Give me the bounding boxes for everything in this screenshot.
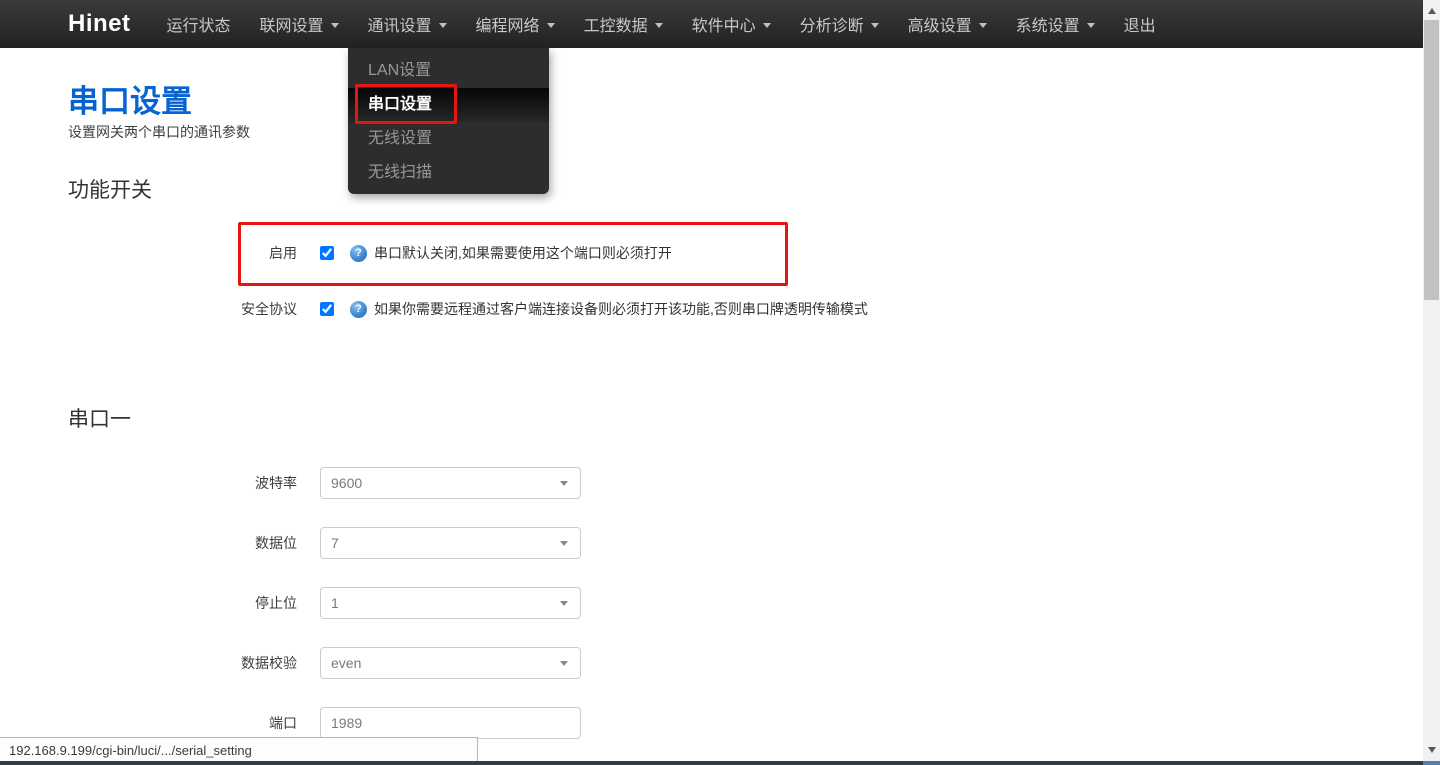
nav-item-label: 运行状态 (166, 18, 231, 35)
form-row-databits: 数据位 7 (68, 527, 581, 559)
brand-logo[interactable]: Hinet (68, 10, 131, 38)
nav-item-comm[interactable]: 通讯设置 (368, 12, 447, 36)
nav-item-industrial-data[interactable]: 工控数据 (584, 12, 663, 36)
section-heading-switches: 功能开关 (68, 179, 152, 202)
stopbits-select[interactable]: 1 (320, 587, 581, 619)
chevron-down-icon (870, 23, 879, 28)
nav-item-label: 工控数据 (583, 18, 648, 35)
form-row-secure-protocol: 安全协议 ? 如果你需要远程通过客户端连接设备则必须打开该功能,否则串口牌透明传… (68, 293, 868, 325)
nav-item-label: 高级设置 (907, 18, 972, 35)
field-label-databits: 数据位 (255, 535, 297, 551)
help-text-enable: 串口默认关闭,如果需要使用这个端口则必须打开 (374, 245, 672, 261)
nav-item-advanced[interactable]: 高级设置 (908, 12, 987, 36)
field-label-parity: 数据校验 (241, 655, 297, 671)
chevron-down-icon (654, 23, 663, 28)
dropdown-item-wireless[interactable]: 无线设置 (348, 122, 549, 156)
help-icon: ? (350, 244, 367, 262)
chevron-down-icon (1086, 23, 1095, 28)
page-title: 串口设置 (68, 84, 192, 119)
nav-item-label: 分析诊断 (799, 18, 864, 35)
section-heading-serial-one: 串口一 (68, 408, 131, 431)
baudrate-select[interactable]: 9600 (320, 467, 581, 499)
nav-item-programming[interactable]: 编程网络 (476, 12, 555, 36)
nav-item-label: 通讯设置 (367, 18, 432, 35)
nav-item-logout[interactable]: 退出 (1124, 12, 1156, 36)
baudrate-value: 9600 (331, 475, 363, 491)
dropdown-item-serial[interactable]: 串口设置 (348, 88, 549, 122)
nav-item-software-center[interactable]: 软件中心 (692, 12, 771, 36)
chevron-down-icon (762, 23, 771, 28)
form-row-stopbits: 停止位 1 (68, 587, 581, 619)
port-input[interactable] (320, 707, 581, 739)
comm-settings-dropdown: LAN设置 串口设置 无线设置 无线扫描 (348, 48, 549, 194)
field-label-baudrate: 波特率 (255, 475, 297, 491)
field-label-stopbits: 停止位 (255, 595, 297, 611)
nav-item-label: 软件中心 (691, 18, 756, 35)
form-row-enable: 启用 ? 串口默认关闭,如果需要使用这个端口则必须打开 (68, 237, 672, 269)
form-row-parity: 数据校验 even (68, 647, 581, 679)
scroll-down-button[interactable] (1423, 741, 1440, 758)
chevron-down-icon (330, 23, 339, 28)
help-text-secure-protocol: 如果你需要远程通过客户端连接设备则必须打开该功能,否则串口牌透明传输模式 (374, 301, 868, 317)
chevron-down-icon (546, 23, 555, 28)
select-arrow-icon (560, 541, 568, 546)
select-arrow-icon (560, 601, 568, 606)
window-bottom-corner (1423, 761, 1440, 765)
arrow-down-icon (1427, 746, 1436, 753)
help-icon: ? (350, 300, 367, 318)
vertical-scrollbar[interactable] (1423, 0, 1440, 765)
chevron-down-icon (978, 23, 987, 28)
navbar-menu: 运行状态 联网设置 通讯设置 编程网络 工控数据 软件中心 分析诊断 高级设置 … (167, 12, 1156, 36)
window-bottom-edge (0, 761, 1423, 765)
select-arrow-icon (560, 661, 568, 666)
nav-item-label: 联网设置 (259, 18, 324, 35)
nav-item-network[interactable]: 联网设置 (260, 12, 339, 36)
form-row-baudrate: 波特率 9600 (68, 467, 581, 499)
arrow-up-icon (1427, 7, 1436, 14)
scrollbar-thumb[interactable] (1424, 20, 1439, 300)
nav-item-label: 退出 (1123, 18, 1156, 35)
field-label-secure-protocol: 安全协议 (241, 301, 297, 317)
statusbar-url: 192.168.9.199/cgi-bin/luci/.../serial_se… (9, 742, 252, 758)
field-label-port: 端口 (269, 715, 297, 731)
chevron-down-icon (438, 23, 447, 28)
top-navbar: Hinet 运行状态 联网设置 通讯设置 编程网络 工控数据 软件中心 分析诊断… (0, 0, 1423, 48)
dropdown-item-wireless-scan[interactable]: 无线扫描 (348, 156, 549, 190)
field-label-enable: 启用 (269, 245, 297, 261)
select-arrow-icon (560, 481, 568, 486)
nav-item-status[interactable]: 运行状态 (167, 12, 231, 36)
stopbits-value: 1 (331, 595, 339, 611)
parity-select[interactable]: even (320, 647, 581, 679)
scroll-up-button[interactable] (1423, 2, 1440, 19)
databits-value: 7 (331, 535, 339, 551)
dropdown-item-lan[interactable]: LAN设置 (348, 54, 549, 88)
nav-item-diagnostics[interactable]: 分析诊断 (800, 12, 879, 36)
page-subtitle: 设置网关两个串口的通讯参数 (68, 124, 250, 140)
nav-item-system[interactable]: 系统设置 (1016, 12, 1095, 36)
databits-select[interactable]: 7 (320, 527, 581, 559)
nav-item-label: 系统设置 (1015, 18, 1080, 35)
enable-checkbox[interactable] (320, 246, 334, 260)
nav-item-label: 编程网络 (475, 18, 540, 35)
browser-link-statusbar: 192.168.9.199/cgi-bin/luci/.../serial_se… (0, 737, 478, 762)
secure-protocol-checkbox[interactable] (320, 302, 334, 316)
form-row-port: 端口 (68, 707, 581, 739)
parity-value: even (331, 655, 362, 671)
